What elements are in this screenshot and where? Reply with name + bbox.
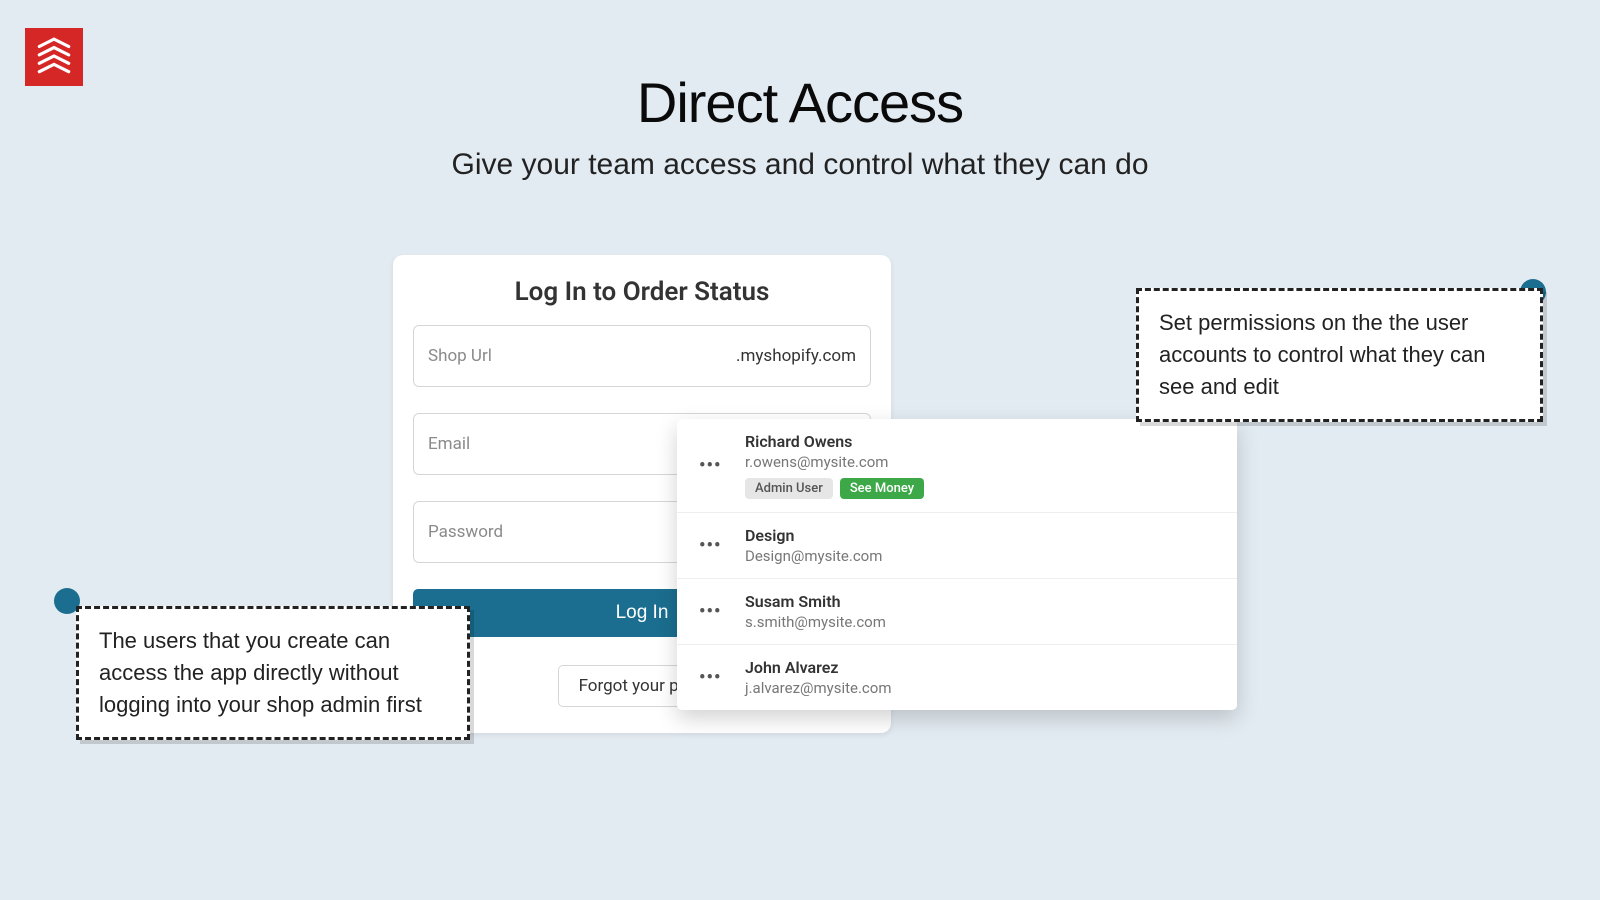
shop-url-placeholder: Shop Url xyxy=(428,346,492,366)
user-email: s.smith@mysite.com xyxy=(745,613,886,631)
user-email: j.alvarez@mysite.com xyxy=(745,679,892,697)
user-name: Design xyxy=(745,526,882,545)
list-item[interactable]: ••• Richard Owens r.owens@mysite.com Adm… xyxy=(677,419,1237,513)
user-email: Design@mysite.com xyxy=(745,547,882,565)
more-icon[interactable]: ••• xyxy=(699,455,731,476)
list-item[interactable]: ••• Susam Smith s.smith@mysite.com xyxy=(677,579,1237,645)
user-name: Susam Smith xyxy=(745,592,886,611)
password-placeholder: Password xyxy=(428,522,503,542)
list-item[interactable]: ••• John Alvarez j.alvarez@mysite.com xyxy=(677,645,1237,710)
user-name: John Alvarez xyxy=(745,658,892,677)
more-icon[interactable]: ••• xyxy=(699,667,731,688)
callout-permissions: Set permissions on the the user accounts… xyxy=(1136,288,1543,422)
more-icon[interactable]: ••• xyxy=(699,535,731,556)
list-item[interactable]: ••• Design Design@mysite.com xyxy=(677,513,1237,579)
email-placeholder: Email xyxy=(428,434,470,454)
see-money-badge: See Money xyxy=(840,478,924,499)
user-name: Richard Owens xyxy=(745,432,924,451)
admin-user-badge: Admin User xyxy=(745,478,833,499)
more-icon[interactable]: ••• xyxy=(699,601,731,622)
shop-url-suffix: .myshopify.com xyxy=(736,346,856,366)
user-list-panel: ••• Richard Owens r.owens@mysite.com Adm… xyxy=(677,419,1237,710)
user-email: r.owens@mysite.com xyxy=(745,453,924,471)
callout-direct-access: The users that you create can access the… xyxy=(76,606,470,740)
page-subtitle: Give your team access and control what t… xyxy=(0,148,1600,182)
shop-url-field[interactable]: Shop Url .myshopify.com xyxy=(413,325,871,387)
page-title: Direct Access xyxy=(0,70,1600,135)
login-title: Log In to Order Status xyxy=(413,277,871,307)
